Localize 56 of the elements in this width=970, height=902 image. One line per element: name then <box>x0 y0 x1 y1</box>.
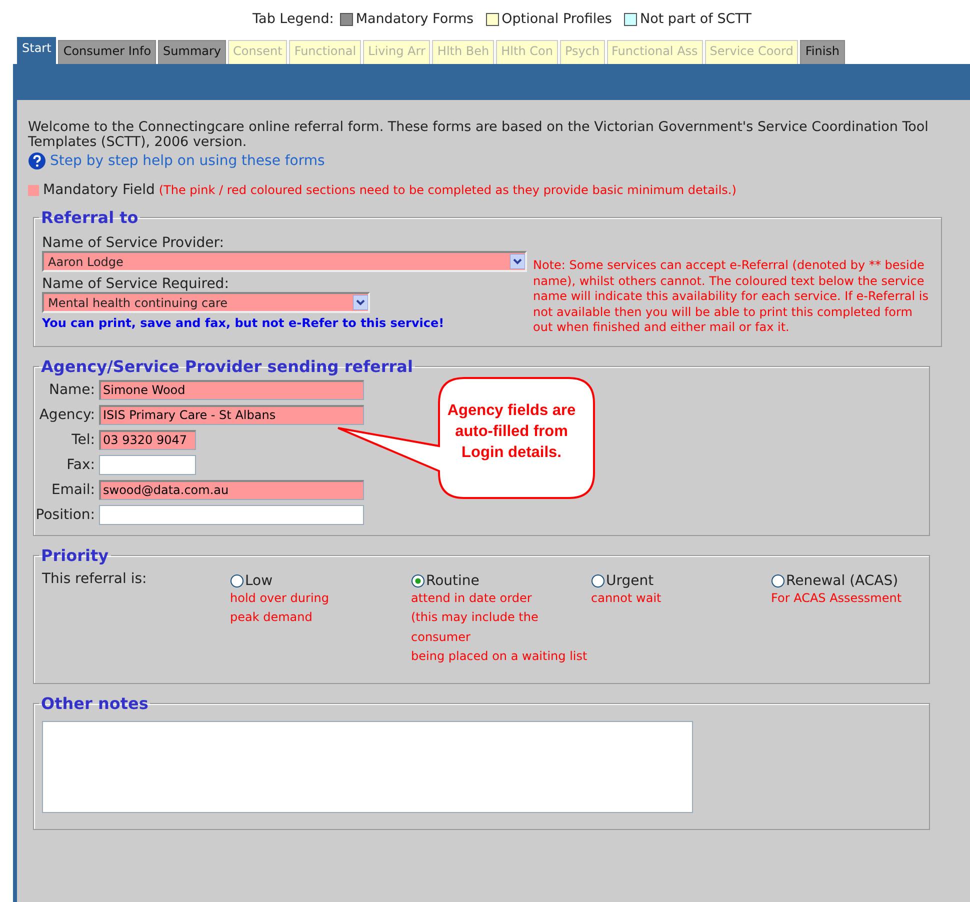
service-message: You can print, save and fax, but not e-Refer to this service! <box>42 316 446 330</box>
referral-note: Note: Some services can accept e-Referral (denoted by ** beside name), whilst others cannot. The coloured text below the service name will indicate this availability for each service. If e-Referral is not available then you will be able to print this completed form out when finished and either mail or fax it. <box>533 258 930 336</box>
field-label: This referral is: <box>42 570 148 588</box>
radio-option[interactable]: Urgent <box>591 572 771 588</box>
caret-icon[interactable] <box>510 254 525 269</box>
help-icon[interactable] <box>28 152 46 170</box>
input-field[interactable]: Simone Wood <box>99 380 364 400</box>
dropdown[interactable]: Aaron Lodge <box>42 251 527 272</box>
caret-icon[interactable] <box>353 295 368 310</box>
dropdown[interactable]: Mental health continuing care <box>42 292 370 313</box>
field-label: Position: <box>36 506 95 522</box>
legend-swatch <box>624 12 637 26</box>
section-title: Agency/Service Provider sending referral <box>40 356 414 376</box>
radio-option[interactable]: Renewal (ACAS) <box>771 572 921 588</box>
legend-text: Mandatory Forms <box>356 11 474 27</box>
mandatory-note: (The pink / red coloured sections need to be completed as they provide basic minimum details.) <box>158 183 736 197</box>
intro-text: Welcome to the Connectingcare online referral form. These forms are based on the Victorian Government's Service Coordination Tool Templates (SCTT), 2006 version. <box>28 120 930 150</box>
legend-label: Tab Legend: <box>252 11 334 27</box>
option-description: hold over during peak demand <box>230 590 330 626</box>
field-label: Agency: <box>39 406 95 422</box>
tab[interactable]: Finish <box>800 40 845 64</box>
field-label: Email: <box>51 482 95 498</box>
radio-button[interactable] <box>230 574 244 588</box>
help-link[interactable]: Step by step help on using these forms <box>50 153 325 169</box>
radio-button[interactable] <box>591 574 605 588</box>
input-field[interactable] <box>99 504 364 524</box>
section-title: Priority <box>40 546 110 564</box>
tab[interactable]: Start <box>17 37 56 64</box>
radio-option[interactable]: Routine <box>411 572 591 588</box>
legend-text: Not part of SCTT <box>640 11 752 27</box>
input-field[interactable]: swood@data.com.au <box>99 480 364 500</box>
section-title: Other notes <box>40 694 150 712</box>
field-label: Name of Service Required: <box>42 276 230 292</box>
input-field[interactable]: 03 9320 9047 <box>99 430 196 450</box>
legend-swatch <box>340 12 353 26</box>
input-field[interactable]: ISIS Primary Care - St Albans <box>99 404 364 424</box>
field-label: Name: <box>48 382 95 398</box>
option-description: For ACAS Assessment <box>771 590 903 606</box>
field-label: Tel: <box>72 432 95 448</box>
radio-option[interactable]: Low <box>230 572 411 588</box>
radio-button[interactable] <box>771 574 785 588</box>
option-description: attend in date order (this may include the consumer being placed on a waiting list <box>411 590 588 665</box>
mandatory-label: Mandatory Field <box>43 182 155 198</box>
tab[interactable]: Consumer Info <box>58 40 156 64</box>
notes-field[interactable] <box>42 720 693 812</box>
section-title: Referral to <box>40 208 140 227</box>
field-label: Name of Service Provider: <box>42 235 225 251</box>
input-field[interactable] <box>99 454 196 474</box>
radio-button[interactable] <box>411 574 425 588</box>
legend-text: Optional Profiles <box>502 11 612 27</box>
tab[interactable]: Summary <box>158 40 226 64</box>
mandatory-swatch <box>28 184 39 196</box>
field-label: Fax: <box>66 456 95 472</box>
callout-text: Agency fields are auto-filled from Login details. <box>446 400 577 462</box>
option-description: cannot wait <box>591 590 662 606</box>
legend-swatch <box>486 12 499 26</box>
